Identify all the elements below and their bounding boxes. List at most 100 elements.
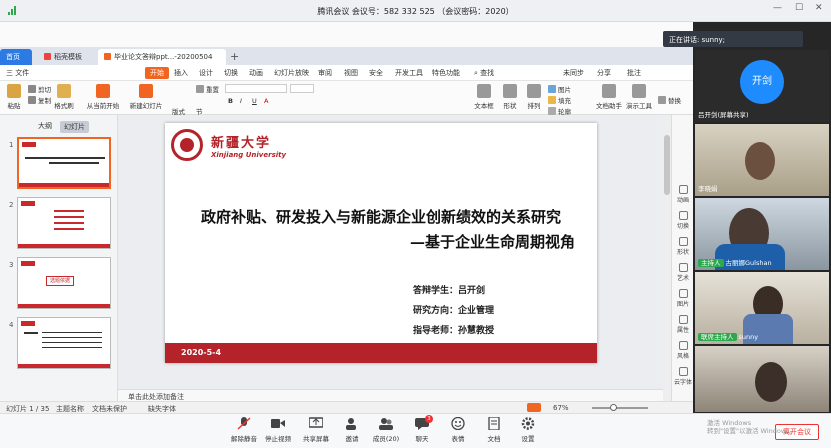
docs-button[interactable]: 文档 — [476, 416, 512, 443]
members-label: 成员(20) — [372, 435, 400, 443]
paste-button[interactable]: 粘贴 — [2, 84, 26, 110]
stop-video-button[interactable]: 停止视频 — [260, 417, 296, 443]
font-color-icon[interactable]: A — [264, 97, 268, 105]
presenter-label: 演示工具 — [626, 102, 652, 110]
doc-assistant-button[interactable]: 文档助手 — [594, 84, 624, 110]
arrange-button[interactable]: 排列 — [522, 84, 546, 110]
menu-share[interactable]: 分享 — [597, 68, 611, 78]
zoom-slider[interactable] — [592, 404, 648, 411]
copy-button[interactable]: 复制 — [28, 95, 51, 105]
windows-activation-watermark: 激活 Windows 转到"设置"以激活 Windows。 — [707, 419, 796, 435]
emoji-button[interactable]: 表情 — [440, 416, 476, 443]
cut-button[interactable]: 剪切 — [28, 84, 51, 94]
share-screen-icon — [308, 417, 324, 430]
tab-templates[interactable]: 稻壳模板 — [38, 49, 94, 65]
new-slide-button[interactable]: 新建幻灯片 — [128, 84, 164, 110]
zoom-level[interactable]: 67% — [553, 404, 569, 412]
tab-slides[interactable]: 幻灯片 — [60, 121, 89, 133]
menu-transition[interactable]: 切换 — [224, 68, 238, 78]
vertical-scrollbar[interactable] — [663, 115, 671, 401]
video-tile[interactable]: 联席主持人 sunny — [695, 272, 829, 344]
animation-icon — [678, 185, 688, 194]
menu-file[interactable]: 三 文件 — [6, 68, 29, 78]
chat-badge: 3 — [425, 415, 433, 423]
slide-thumbnail[interactable] — [17, 137, 111, 189]
menu-slideshow[interactable]: 幻灯片放映 — [274, 68, 309, 78]
shape-button[interactable]: 形状 — [498, 84, 522, 110]
tab-document[interactable]: 毕业论文答辩ppt...-20200504 × — [98, 49, 226, 77]
menu-start[interactable]: 开始 — [145, 67, 169, 79]
play-slideshow-button[interactable] — [527, 403, 541, 412]
menu-features[interactable]: 特色功能 — [432, 68, 460, 78]
replace-button[interactable]: 替换 — [658, 95, 681, 105]
tool-label: 动画 — [676, 197, 689, 204]
share-screen-button[interactable]: 共享屏幕 — [298, 417, 334, 443]
tool-shape[interactable]: 形状 — [672, 237, 694, 256]
menu-animation[interactable]: 动画 — [249, 68, 263, 78]
smile-icon — [451, 416, 465, 431]
menu-security[interactable]: 安全 — [369, 68, 383, 78]
presenter-button[interactable]: 演示工具 — [624, 84, 654, 110]
university-seal-icon — [171, 129, 203, 161]
reset-button[interactable]: 重置 — [196, 84, 219, 94]
font-name-dropdown[interactable] — [225, 84, 287, 93]
speaking-indicator: 正在讲话: sunny; — [663, 31, 803, 47]
replace-label: 替换 — [668, 97, 681, 105]
minimize-icon[interactable]: — — [773, 3, 782, 13]
menu-search[interactable]: ⌕ 查找 — [474, 68, 494, 78]
tool-style[interactable]: 风格 — [672, 341, 694, 360]
from-current-button[interactable]: 从当前开始 — [85, 84, 121, 110]
unmute-button[interactable]: 解除静音 — [226, 417, 262, 443]
slide-thumbnail[interactable] — [17, 197, 111, 249]
tab-home[interactable]: 首页 — [0, 49, 32, 65]
format-painter-button[interactable]: 格式刷 — [52, 84, 76, 110]
slide-title: 政府补贴、研发投入与新能源企业创新绩效的关系研究 — [200, 208, 561, 226]
fill-icon — [548, 96, 556, 104]
slide[interactable]: 新疆大学 Xinjiang University 政府补贴、研发投入与新能源企业… — [165, 123, 597, 363]
tool-transition[interactable]: 切换 — [672, 211, 694, 230]
tool-animation[interactable]: 动画 — [672, 185, 694, 204]
menu-insert[interactable]: 插入 — [174, 68, 188, 78]
tab-outline[interactable]: 大纲 — [38, 121, 52, 131]
zoom-slider-handle[interactable] — [610, 404, 617, 411]
status-bar: 幻灯片 1 / 35 主题名称 文档未保护 缺失字体 67% — [0, 401, 693, 413]
video-tile[interactable] — [695, 346, 829, 412]
tool-cloud-font[interactable]: 云字体 — [672, 367, 694, 386]
invite-button[interactable]: 邀请 — [334, 417, 370, 443]
slide-footer-bar: 2020-5-4 — [165, 343, 597, 363]
video-tile[interactable]: 开剑 吕开剑(屏幕共享) — [695, 50, 829, 122]
shape-label: 形状 — [503, 102, 517, 110]
underline-icon[interactable]: U — [252, 97, 257, 105]
slide-thumbnail[interactable] — [17, 317, 111, 369]
textbox-button[interactable]: 文本框 — [472, 84, 496, 110]
close-icon[interactable]: ✕ — [815, 3, 823, 13]
menu-comment[interactable]: 批注 — [627, 68, 641, 78]
menu-design[interactable]: 设计 — [199, 68, 213, 78]
italic-icon[interactable]: I — [240, 97, 242, 105]
slide-thumbnail[interactable]: 选题依据 — [17, 257, 111, 309]
tool-picture[interactable]: 图片 — [672, 289, 694, 308]
maximize-icon[interactable]: ☐ — [795, 3, 803, 13]
notes-area[interactable]: 单击此处添加备注 — [118, 389, 663, 401]
new-tab-icon[interactable]: + — [230, 50, 239, 63]
menu-review[interactable]: 审阅 — [318, 68, 332, 78]
picture-button[interactable]: 图片 — [548, 84, 571, 94]
menu-unsynced[interactable]: 未同步 — [563, 68, 584, 78]
font-size-dropdown[interactable] — [290, 84, 314, 93]
fill-button[interactable]: 填充 — [548, 95, 571, 105]
tool-art[interactable]: 艺术 — [672, 263, 694, 282]
settings-label: 设置 — [521, 435, 535, 443]
tool-properties[interactable]: 属性 — [672, 315, 694, 334]
slide-date: 2020-5-4 — [181, 348, 222, 357]
menu-view[interactable]: 视图 — [344, 68, 358, 78]
members-button[interactable]: 成员(20) — [368, 417, 404, 443]
new-slide-icon — [139, 84, 153, 98]
settings-button[interactable]: 设置 — [510, 417, 546, 443]
bold-icon[interactable]: B — [228, 97, 233, 105]
video-tile[interactable]: 李晓娟 — [695, 124, 829, 196]
menu-devtools[interactable]: 开发工具 — [395, 68, 423, 78]
style-icon — [678, 341, 688, 350]
art-icon — [678, 263, 688, 272]
video-tile[interactable]: 主持人 古丽娜Gulshan — [695, 198, 829, 270]
chat-button[interactable]: 3 聊天 — [404, 415, 440, 443]
